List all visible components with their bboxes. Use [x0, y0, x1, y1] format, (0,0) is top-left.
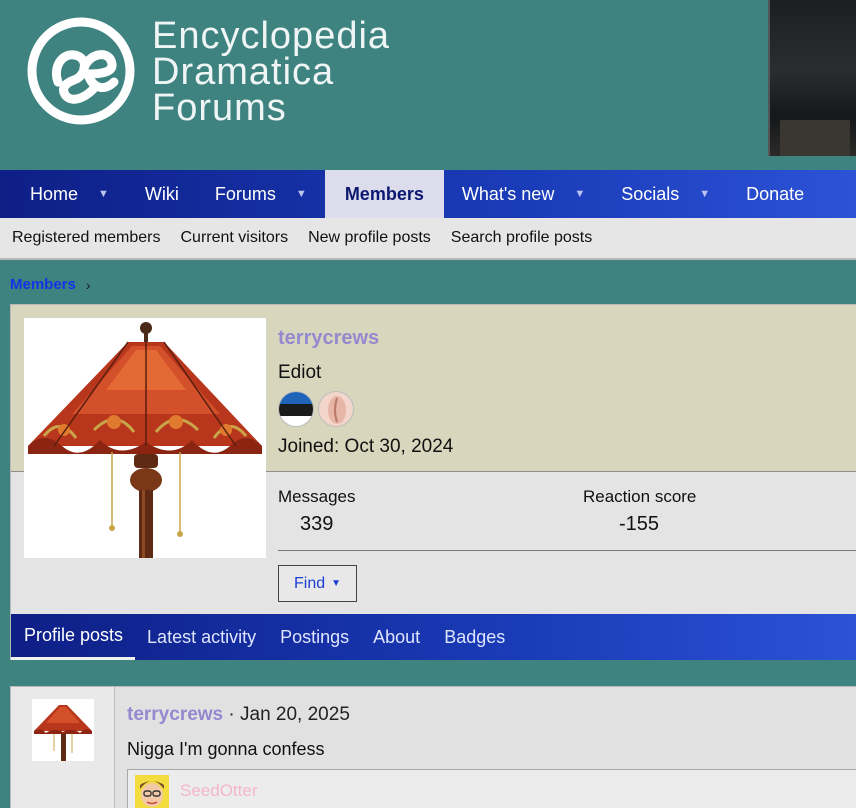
header-photo-detail: [780, 120, 850, 156]
logo-line: Dramatica: [152, 51, 335, 93]
profile-badges: [278, 391, 354, 427]
profile-post: terrycrews · Jan 20, 2025 Nigga I'm gonn…: [10, 686, 856, 808]
profile-avatar[interactable]: [24, 318, 266, 558]
find-button-label: Find: [293, 574, 326, 592]
nav-wiki[interactable]: Wiki: [127, 170, 197, 218]
post-reply: SeedOtter: [127, 769, 856, 808]
stat-reaction-score[interactable]: Reaction score -155: [583, 487, 696, 536]
stats-divider: [278, 550, 856, 551]
nav-home[interactable]: Home ▼: [0, 170, 127, 218]
post-author-avatar[interactable]: [32, 699, 94, 761]
tab-profile-posts[interactable]: Profile posts: [11, 614, 136, 660]
tiffany-lamp-image: [24, 318, 266, 558]
post-meta: terrycrews · Jan 20, 2025: [127, 704, 350, 726]
post-author-column: [11, 687, 115, 808]
chevron-down-icon[interactable]: ▼: [574, 188, 585, 200]
stat-messages-value[interactable]: 339: [278, 513, 355, 536]
post-date[interactable]: Jan 20, 2025: [240, 704, 350, 725]
tiffany-lamp-icon: [32, 699, 94, 761]
stat-messages[interactable]: Messages 339: [278, 487, 355, 536]
reply-author-name[interactable]: SeedOtter: [180, 781, 258, 801]
header-photo: [768, 0, 856, 156]
nav-home-label: Home: [30, 183, 79, 204]
breadcrumb: Members ›: [10, 276, 91, 293]
nav-members[interactable]: Members: [324, 170, 444, 218]
profile-tabs: Profile posts Latest activity Postings A…: [11, 614, 856, 660]
cartoon-avatar-icon[interactable]: [135, 775, 169, 808]
post-meta-separator: ·: [223, 704, 241, 725]
tab-latest-activity[interactable]: Latest activity: [135, 614, 268, 660]
nav-socials-label: Socials: [621, 183, 680, 204]
main-nav: Home ▼ Wiki Forums ▼ Members What's new …: [0, 170, 856, 218]
subnav-new-profile-posts[interactable]: New profile posts: [308, 229, 431, 247]
profile-joined-date: Joined: Oct 30, 2024: [278, 436, 454, 457]
chevron-down-icon[interactable]: ▼: [98, 188, 109, 200]
nav-whats-new-label: What's new: [461, 183, 555, 204]
nav-wiki-label: Wiki: [144, 183, 179, 204]
chevron-right-icon: ›: [85, 276, 91, 293]
profile-username[interactable]: terrycrews: [278, 327, 379, 350]
tab-badges[interactable]: Badges: [432, 614, 517, 660]
logo-line: Forums: [152, 87, 287, 129]
chevron-down-icon[interactable]: ▼: [296, 188, 307, 200]
find-button[interactable]: Find ▼: [278, 565, 357, 602]
logo-line: Encyclopedia: [152, 15, 391, 57]
nav-members-label: Members: [344, 183, 424, 204]
stat-reaction-label: Reaction score: [583, 487, 697, 506]
subnav-registered-members[interactable]: Registered members: [12, 229, 161, 247]
nav-forums-label: Forums: [214, 183, 276, 204]
stat-messages-label: Messages: [278, 487, 356, 506]
chevron-down-icon: ▼: [331, 578, 342, 589]
peach-badge-icon[interactable]: [318, 391, 354, 427]
site-name[interactable]: Encyclopedia Dramatica Forums: [152, 15, 391, 129]
breadcrumb-members[interactable]: Members: [10, 276, 76, 293]
nav-socials[interactable]: Socials ▼: [603, 170, 728, 218]
subnav-search-profile-posts[interactable]: Search profile posts: [451, 229, 592, 247]
post-author-name[interactable]: terrycrews: [127, 704, 223, 725]
site-logo-icon[interactable]: [26, 16, 136, 126]
nav-donate[interactable]: Donate: [728, 170, 822, 218]
estonia-flag-badge-icon[interactable]: [278, 391, 314, 427]
members-subnav: Registered members Current visitors New …: [0, 218, 856, 260]
profile-user-title: Ediot: [278, 362, 322, 383]
subnav-current-visitors[interactable]: Current visitors: [181, 229, 289, 247]
tab-postings[interactable]: Postings: [268, 614, 361, 660]
post-body: Nigga I'm gonna confess: [127, 739, 325, 759]
nav-forums[interactable]: Forums ▼: [197, 170, 325, 218]
tab-about[interactable]: About: [361, 614, 432, 660]
nav-donate-label: Donate: [746, 183, 805, 204]
nav-whats-new[interactable]: What's new ▼: [444, 170, 603, 218]
profile-card: terrycrews Ediot Joined: Oct 30, 2024 Me…: [10, 304, 856, 660]
chevron-down-icon[interactable]: ▼: [699, 188, 710, 200]
stat-reaction-value[interactable]: -155: [583, 513, 696, 536]
site-header: Encyclopedia Dramatica Forums: [0, 0, 856, 170]
